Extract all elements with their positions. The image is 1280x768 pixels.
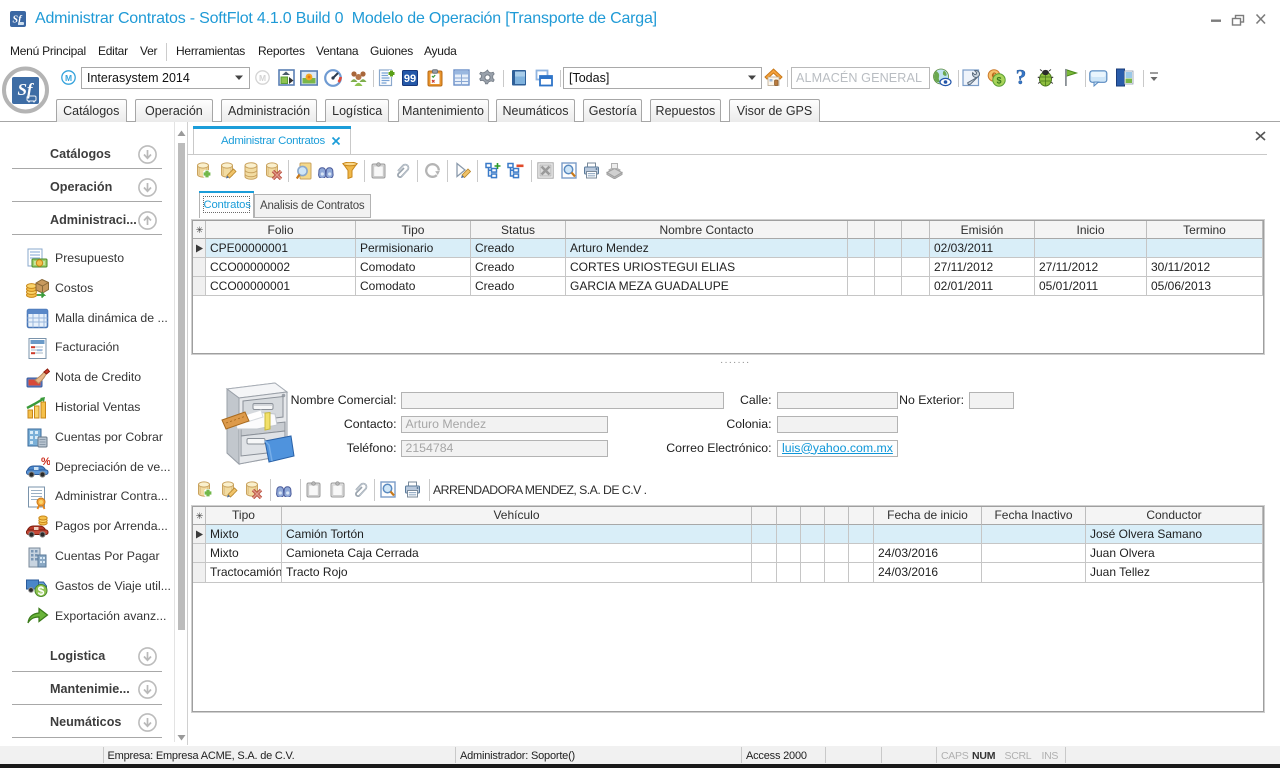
svg-text:$: $ bbox=[38, 584, 45, 598]
svg-text:M: M bbox=[65, 73, 72, 83]
svg-text:$: $ bbox=[996, 76, 1001, 86]
svg-text:M: M bbox=[259, 73, 266, 83]
svg-text:99: 99 bbox=[404, 73, 416, 85]
svg-text:?: ? bbox=[1016, 67, 1027, 87]
